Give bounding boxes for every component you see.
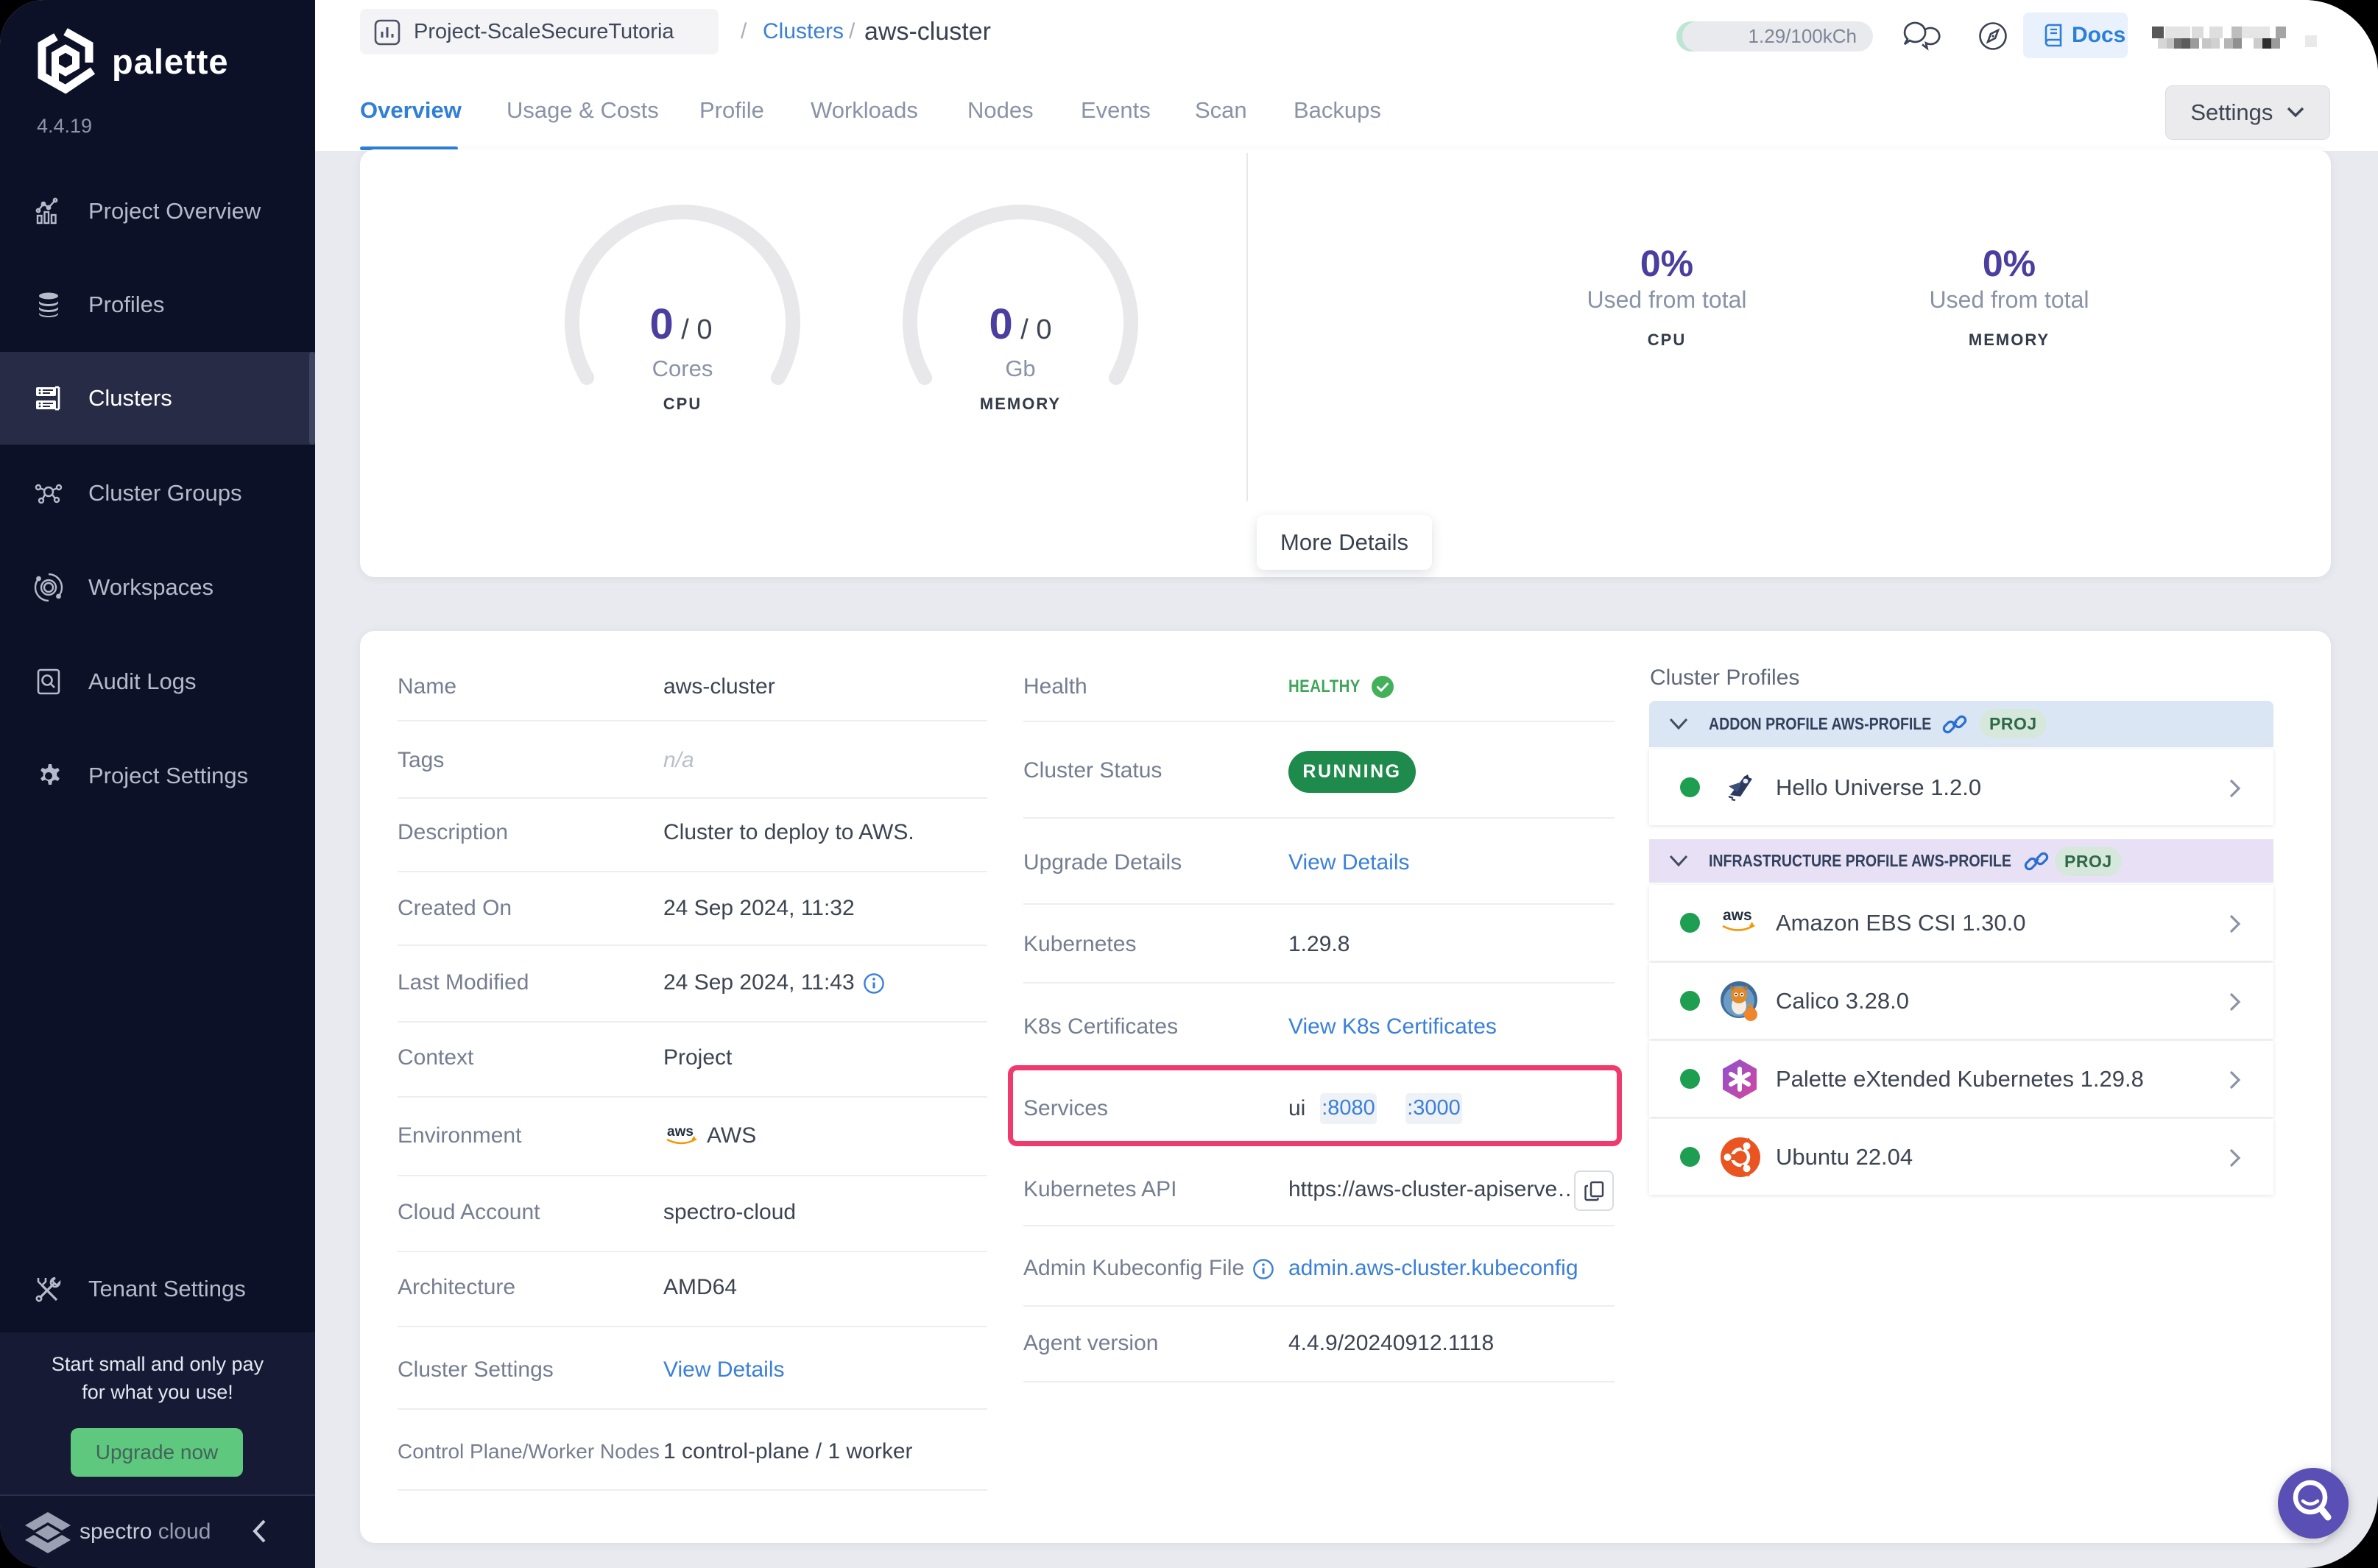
svg-text:aws: aws — [1723, 907, 1752, 924]
svg-text:aws: aws — [667, 1124, 694, 1140]
